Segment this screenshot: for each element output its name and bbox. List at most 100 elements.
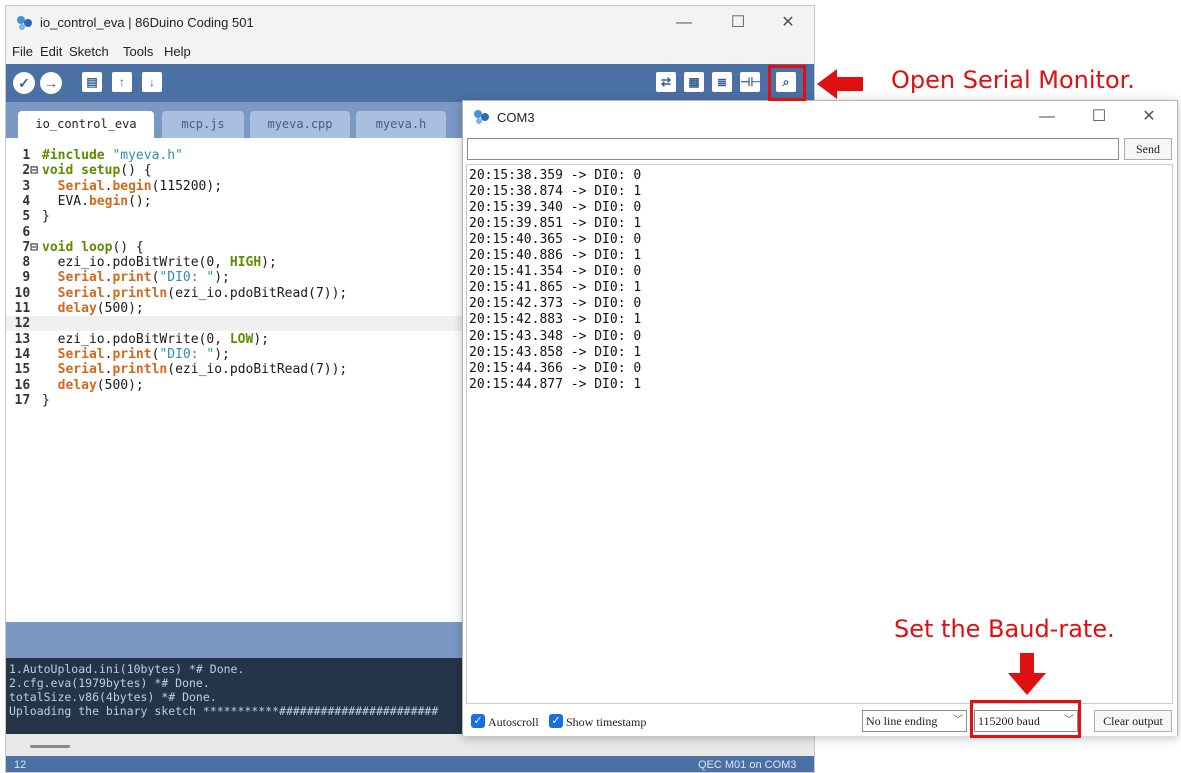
scrollbar-thumb[interactable] [30, 745, 70, 748]
line-number: 1 [22, 148, 38, 163]
show-timestamp-label: Show timestamp [566, 715, 647, 729]
serial-output-line: 20:15:44.366 -> DI0: 0 [469, 360, 642, 376]
annotation-set-baud: Set the Baud-rate. [894, 615, 1115, 643]
code-line: 4 EVA.begin(); [6, 194, 476, 209]
code-line: 17 } [6, 393, 476, 408]
line-number: 9 [22, 270, 38, 286]
toolbar-icon-1[interactable]: ⇄ [656, 72, 676, 92]
menu-edit[interactable]: Edit [40, 44, 62, 59]
toolbar-icon-4[interactable]: ⊣⊢ [740, 72, 761, 92]
autoscroll-checkbox[interactable]: ✓ [471, 714, 485, 728]
ide-menubar: File Edit Sketch Tools Help [6, 40, 814, 64]
serial-output-line: 20:15:39.851 -> DI0: 1 [469, 216, 642, 232]
code-line: 2⊟ void setup() { [6, 163, 476, 178]
ide-titlebar: io_control_eva | 86Duino Coding 501 — ☐ … [6, 6, 814, 40]
serial-output-line: 20:15:38.359 -> DI0: 0 [469, 168, 642, 183]
line-ending-select[interactable]: No line ending ﹀ [862, 710, 967, 732]
code-text: void setup() { [42, 163, 152, 179]
code-line: 16 delay(500); [6, 378, 476, 393]
serial-window-title: COM3 [497, 110, 535, 125]
serial-minimize-button[interactable]: — [1025, 103, 1069, 131]
ide-footer: 12 QEC M01 on COM3 [6, 756, 814, 772]
new-sketch-button[interactable]: ▤ [82, 72, 102, 92]
line-number: 14 [14, 346, 38, 362]
console-line: Uploading the binary sketch ***********#… [9, 704, 439, 718]
code-text: void loop() { [42, 239, 144, 255]
line-number: 15 [14, 362, 38, 378]
line-number: 2⊟ [22, 163, 38, 179]
ide-maximize-button[interactable]: ☐ [716, 9, 760, 37]
open-sketch-button[interactable]: ↑ [112, 72, 132, 92]
serial-output-line: 20:15:42.373 -> DI0: 0 [469, 296, 642, 312]
serial-monitor-highlight-box [768, 65, 806, 101]
serial-output-line: 20:15:43.348 -> DI0: 0 [469, 328, 642, 344]
code-text: Serial.print("DI0: "); [57, 346, 230, 362]
send-button[interactable]: Send [1124, 138, 1172, 160]
toolbar-icon-3[interactable]: ≣ [712, 72, 732, 92]
app-logo-icon [474, 110, 489, 124]
console-line: 1.AutoUpload.ini(10bytes) *# Done. [9, 662, 245, 676]
menu-help[interactable]: Help [164, 44, 191, 59]
code-text: ezi_io.pdoBitWrite(0, LOW); [42, 331, 269, 347]
serial-output-line: 20:15:40.365 -> DI0: 0 [469, 232, 642, 248]
line-number: 5 [22, 209, 38, 225]
serial-output-line: 20:15:40.886 -> DI0: 1 [469, 248, 642, 264]
tab-mcp-js[interactable]: mcp.js [162, 111, 244, 138]
board-port-indicator: QEC M01 on COM3 [698, 759, 797, 771]
verify-button[interactable]: ✓ [13, 72, 35, 94]
line-number-indicator: 12 [14, 759, 27, 771]
menu-file[interactable]: File [12, 44, 33, 59]
serial-send-input[interactable] [467, 138, 1119, 160]
chevron-down-icon: ﹀ [953, 715, 963, 726]
arrow-down-icon [1008, 653, 1046, 695]
code-line: 13 ezi_io.pdoBitWrite(0, LOW); [6, 332, 476, 347]
serial-close-button[interactable]: ✕ [1127, 103, 1171, 131]
horizontal-scrollbar[interactable] [6, 734, 814, 756]
tab-io-control-eva[interactable]: io_control_eva [18, 111, 154, 138]
serial-output-line: 20:15:38.874 -> DI0: 1 [469, 184, 642, 200]
show-timestamp-checkbox[interactable]: ✓ [549, 714, 563, 728]
line-number: 3 [22, 178, 38, 194]
ide-window-title: io_control_eva | 86Duino Coding 501 [40, 15, 254, 30]
code-text: } [42, 392, 50, 408]
code-line: 6 [6, 225, 476, 240]
code-line: 10 Serial.println(ezi_io.pdoBitRead(7)); [6, 286, 476, 301]
clear-output-button[interactable]: Clear output [1094, 710, 1172, 732]
line-number: 13 [14, 331, 38, 347]
ide-close-button[interactable]: ✕ [766, 9, 810, 37]
code-text: Serial.println(ezi_io.pdoBitRead(7)); [57, 362, 348, 378]
tab-myeva-h[interactable]: myeva.h [356, 111, 446, 138]
line-number: 8 [22, 255, 38, 271]
code-text: delay(500); [57, 377, 144, 393]
code-line: 11 delay(500); [6, 301, 476, 316]
serial-maximize-button[interactable]: ☐ [1077, 103, 1121, 131]
ide-minimize-button[interactable]: — [662, 9, 706, 37]
serial-output-line: 20:15:39.340 -> DI0: 0 [469, 200, 642, 216]
serial-titlebar: COM3 — ☐ ✕ [463, 101, 1177, 133]
code-line: 5 } [6, 209, 476, 224]
serial-output-line: 20:15:42.883 -> DI0: 1 [469, 312, 642, 328]
annotation-open-serial: Open Serial Monitor. [891, 66, 1135, 94]
console-line: totalSize.v86(4bytes) *# Done. [9, 690, 217, 704]
line-ending-value: No line ending [866, 714, 938, 728]
app-logo-icon [17, 16, 32, 30]
code-line: 9 Serial.print("DI0: "); [6, 270, 476, 285]
code-line: 14 Serial.print("DI0: "); [6, 347, 476, 362]
code-line: 15 Serial.println(ezi_io.pdoBitRead(7)); [6, 362, 476, 377]
arrow-left-icon [817, 69, 863, 99]
menu-sketch[interactable]: Sketch [69, 44, 109, 59]
save-sketch-button[interactable]: ↓ [142, 72, 162, 92]
toolbar-icon-2[interactable]: ▦ [684, 72, 704, 92]
line-number: 11 [14, 301, 38, 316]
serial-output-line: 20:15:43.858 -> DI0: 1 [469, 344, 642, 360]
tab-myeva-cpp[interactable]: myeva.cpp [250, 111, 350, 138]
upload-button[interactable]: → [40, 72, 62, 94]
code-text: ezi_io.pdoBitWrite(0, HIGH); [42, 255, 277, 271]
baud-rate-highlight-box [970, 700, 1081, 738]
line-number: 12 [14, 316, 38, 332]
line-number: 7⊟ [22, 239, 38, 255]
code-text: Serial.begin(115200); [57, 178, 223, 194]
line-number: 4 [22, 193, 38, 209]
menu-tools[interactable]: Tools [123, 44, 153, 59]
line-number: 17 [14, 392, 38, 408]
